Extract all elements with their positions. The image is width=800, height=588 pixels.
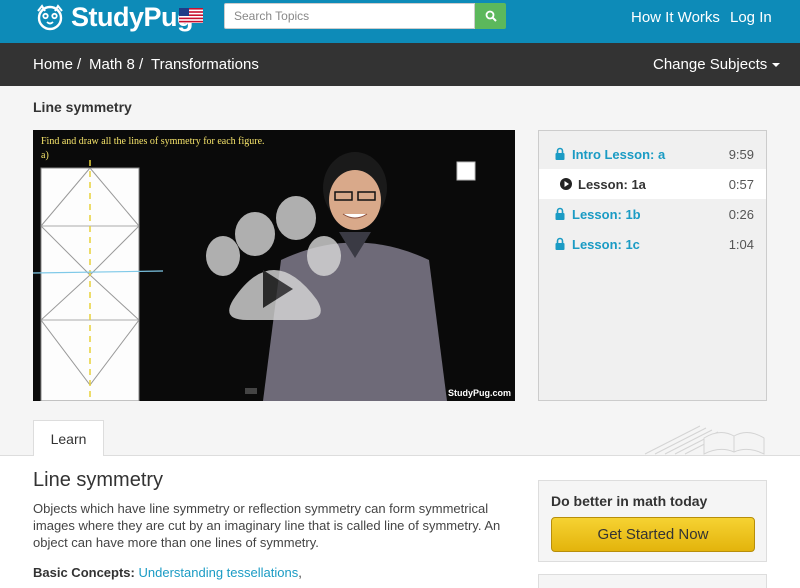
- secondary-panel: [538, 574, 767, 588]
- lesson-duration: 0:26: [728, 206, 754, 222]
- lesson-label: Lesson: 1c: [572, 236, 640, 252]
- lesson-label: Intro Lesson: a: [572, 146, 666, 162]
- lesson-list: Intro Lesson: a 9:59 Lesson: 1a 0:57 Les…: [538, 130, 767, 401]
- basic-concepts-label: Basic Concepts:: [33, 565, 135, 580]
- nav-login[interactable]: Log In: [730, 9, 772, 26]
- lesson-item-intro[interactable]: Intro Lesson: a 9:59: [539, 139, 766, 169]
- lesson-duration: 1:04: [728, 236, 754, 252]
- change-subjects-label: Change Subjects: [653, 56, 768, 73]
- get-started-button[interactable]: Get Started Now: [551, 517, 755, 552]
- lesson-duration: 9:59: [728, 146, 754, 162]
- lock-icon: [555, 147, 565, 160]
- search-input[interactable]: [224, 3, 475, 29]
- cta-panel: Do better in math today Get Started Now: [538, 480, 767, 562]
- section-title: Line symmetry: [33, 99, 132, 115]
- play-circle-icon: [560, 178, 572, 190]
- lesson-item-1a[interactable]: Lesson: 1a 0:57: [539, 169, 766, 199]
- lesson-item-1b[interactable]: Lesson: 1b 0:26: [539, 199, 766, 229]
- cta-title: Do better in math today: [551, 493, 708, 509]
- content-title: Line symmetry: [33, 469, 164, 491]
- pug-logo-icon: [37, 4, 63, 31]
- breadcrumb-transformations[interactable]: Transformations: [151, 56, 259, 73]
- brand-name: StudyPug: [71, 1, 194, 32]
- nav-how-it-works[interactable]: How It Works: [631, 9, 720, 26]
- lesson-item-1c[interactable]: Lesson: 1c 1:04: [539, 229, 766, 259]
- us-flag-icon[interactable]: [179, 8, 203, 23]
- lesson-duration: 0:57: [728, 176, 754, 192]
- breadcrumb-math-8[interactable]: Math 8: [89, 56, 135, 73]
- concept-link-understanding-tessellations[interactable]: Understanding tessellations: [139, 565, 299, 580]
- video-frame: [33, 130, 515, 401]
- breadcrumb-separator: /: [77, 56, 82, 73]
- search-button[interactable]: [475, 3, 506, 29]
- tab-learn[interactable]: Learn: [33, 420, 104, 456]
- open-book-icon: [644, 425, 765, 455]
- lesson-label: Lesson: 1b: [572, 206, 641, 222]
- breadcrumb: Home / Math 8 / Transformations Change S…: [0, 43, 800, 86]
- lesson-label: Lesson: 1a: [578, 176, 646, 192]
- video-part-label: a): [41, 150, 49, 161]
- content-description: Objects which have line symmetry or refl…: [33, 501, 501, 550]
- concept-separator: ,: [298, 565, 302, 580]
- video-player[interactable]: Find and draw all the lines of symmetry …: [33, 130, 515, 401]
- breadcrumb-separator: /: [139, 56, 144, 73]
- basic-concepts: Basic Concepts: Understanding tessellati…: [33, 564, 513, 581]
- caret-down-icon: [772, 63, 781, 68]
- video-watermark: StudyPug.com: [447, 388, 511, 398]
- video-caption: Find and draw all the lines of symmetry …: [41, 136, 265, 147]
- search-icon: [485, 10, 497, 22]
- top-navbar: StudyPug How It Works Log In: [0, 0, 800, 43]
- lock-icon: [555, 237, 565, 250]
- studypug-logo[interactable]: StudyPug: [33, 1, 194, 32]
- change-subjects-dropdown[interactable]: Change Subjects: [653, 56, 781, 73]
- breadcrumb-home[interactable]: Home: [33, 56, 73, 73]
- lock-icon: [555, 207, 565, 220]
